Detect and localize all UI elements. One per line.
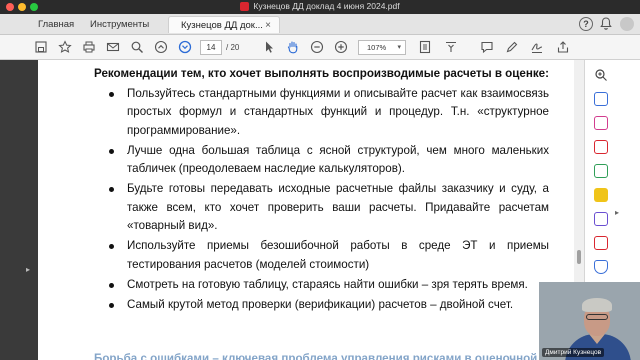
pdf-page: Рекомендации тем, кто хочет выполнять во… (38, 60, 574, 360)
comment-icon[interactable] (594, 188, 608, 202)
find-icon[interactable] (130, 40, 144, 54)
help-icon[interactable]: ? (579, 17, 593, 31)
organize-pages-icon[interactable] (594, 164, 608, 178)
email-icon[interactable] (106, 40, 120, 54)
document-content: Рекомендации тем, кто хочет выполнять во… (94, 65, 549, 317)
close-tab-icon[interactable]: × (265, 17, 271, 34)
redact-icon[interactable] (594, 236, 608, 250)
bullet-icon (109, 244, 114, 250)
presenter-glasses (586, 314, 608, 320)
list-item-text: Лучше одна большая таблица с ясной струк… (127, 143, 549, 176)
user-avatar-icon[interactable] (620, 17, 634, 31)
zoom-in-icon[interactable] (334, 40, 348, 54)
window-title-area: Кузнецов ДД доклад 4 июня 2024.pdf (0, 1, 640, 11)
pen-icon[interactable] (505, 40, 519, 54)
list-item-text: Смотреть на готовую таблицу, стараясь на… (127, 277, 528, 291)
export-pdf-icon[interactable] (594, 140, 608, 154)
list-item-text: Самый крутой метод проверки (верификации… (127, 298, 514, 312)
recommendations-list: Пользуйтесь стандартными функциями и опи… (94, 85, 549, 315)
chevron-down-icon: ▾ (397, 44, 401, 51)
tab-document[interactable]: Кузнецов ДД док... × (168, 16, 280, 33)
zoom-level-value: 107% (367, 43, 387, 52)
print-icon[interactable] (82, 40, 96, 54)
combine-icon[interactable] (594, 212, 608, 226)
list-item: Пользуйтесь стандартными функциями и опи… (94, 85, 549, 140)
recommendations-heading: Рекомендации тем, кто хочет выполнять во… (94, 67, 549, 80)
zoom-level-select[interactable]: 107% ▾ (358, 40, 406, 55)
list-item: Используйте приемы безошибочной работы в… (94, 237, 549, 274)
pdf-file-icon (240, 2, 250, 11)
comment-icon[interactable] (480, 40, 494, 54)
list-item-text: Пользуйтесь стандартными функциями и опи… (127, 87, 549, 137)
window-title: Кузнецов ДД доклад 4 июня 2024.pdf (253, 1, 400, 11)
sign-icon[interactable] (530, 40, 544, 54)
expand-left-panel-icon[interactable]: ▸ (26, 265, 30, 274)
window-titlebar: Кузнецов ДД доклад 4 июня 2024.pdf (0, 0, 640, 14)
scroll-mode-icon[interactable] (444, 40, 458, 54)
list-item-text: Будьте готовы передавать исходные расчет… (127, 182, 549, 233)
presenter-hair (582, 298, 612, 312)
bullet-icon (109, 187, 114, 193)
add-pdf-icon[interactable] (594, 92, 608, 106)
zoom-out-icon[interactable] (310, 40, 324, 54)
protect-icon[interactable] (594, 260, 608, 274)
tab-document-label: Кузнецов ДД док... (181, 20, 263, 31)
hand-tool-icon[interactable] (286, 40, 300, 54)
tab-home[interactable]: Главная (38, 16, 74, 33)
page-total-label: / 20 (226, 43, 240, 52)
presenter-name: Дмитрий Кузнецов (542, 348, 605, 357)
left-navigation-rail: ▸ (0, 60, 38, 360)
list-item: Самый крутой метод проверки (верификации… (94, 296, 549, 314)
fit-page-icon[interactable] (418, 40, 432, 54)
edit-pdf-icon[interactable] (594, 116, 608, 130)
main-toolbar: 14 / 20 107% ▾ (0, 35, 640, 60)
list-item: Смотреть на готовую таблицу, стараясь на… (94, 276, 549, 294)
scrollbar-thumb[interactable] (577, 250, 581, 264)
page-down-icon[interactable] (178, 40, 192, 54)
collapse-right-panel-icon[interactable]: ▸ (615, 208, 619, 217)
save-icon[interactable] (34, 40, 48, 54)
list-item: Лучше одна большая таблица с ясной струк… (94, 142, 549, 179)
bullet-icon (109, 282, 114, 288)
share-icon[interactable] (556, 40, 570, 54)
page-up-icon[interactable] (154, 40, 168, 54)
bullet-icon (109, 148, 114, 154)
select-cursor-icon[interactable] (262, 40, 276, 54)
zoom-search-icon[interactable] (594, 68, 608, 82)
notification-bell-icon[interactable] (600, 17, 612, 31)
tab-bar: Главная Инструменты Кузнецов ДД док... ×… (0, 14, 640, 35)
page-number-input[interactable]: 14 (200, 40, 222, 55)
list-item: Будьте готовы передавать исходные расчет… (94, 180, 549, 235)
bullet-icon (109, 92, 114, 97)
webcam-overlay: Дмитрий Кузнецов (539, 282, 640, 360)
list-item-text: Используйте приемы безошибочной работы в… (127, 239, 549, 271)
bullet-icon (109, 303, 114, 309)
partial-text-line: Борьба с ошибками – ключевая проблема уп… (94, 352, 538, 360)
bookmark-star-icon[interactable] (58, 40, 72, 54)
tab-tools[interactable]: Инструменты (90, 16, 149, 33)
